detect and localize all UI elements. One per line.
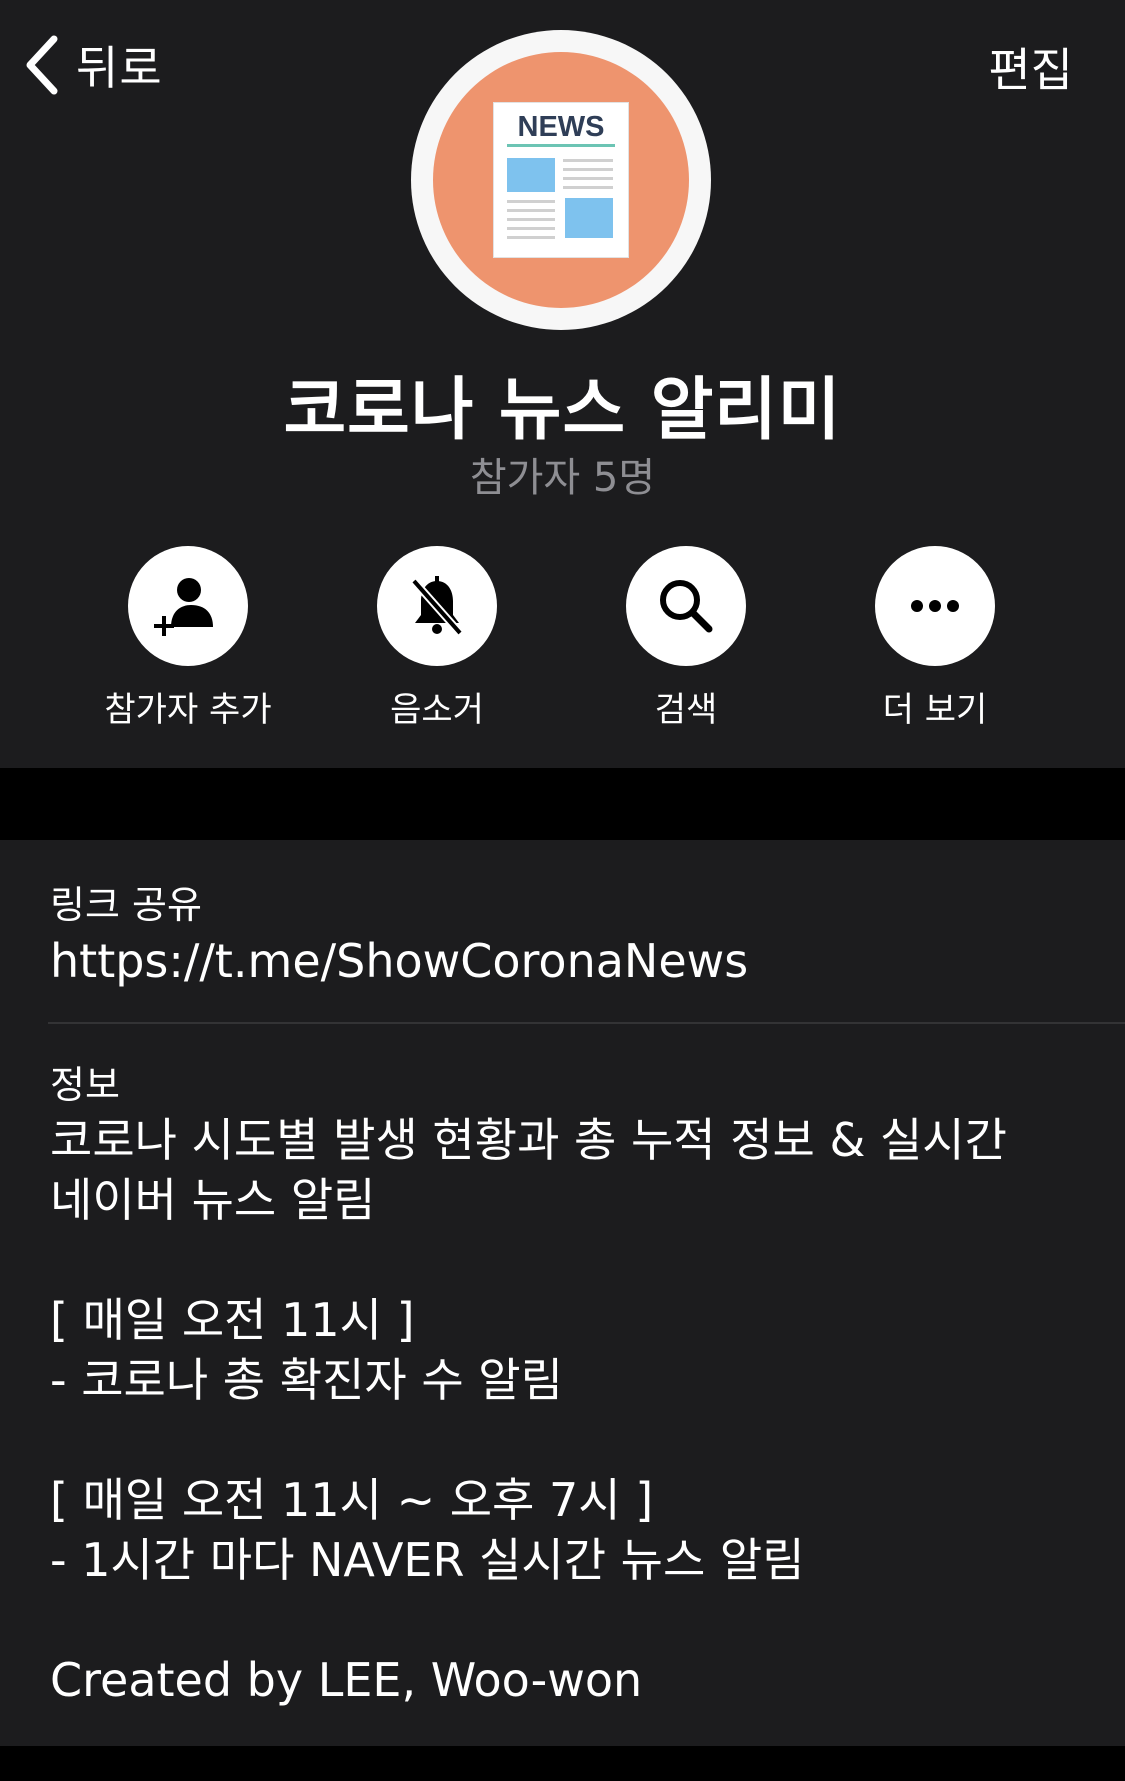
description-line	[50, 1590, 1090, 1650]
group-avatar[interactable]: NEWS	[411, 30, 711, 330]
info-label: 정보	[50, 1063, 120, 1107]
add-user-icon	[154, 578, 213, 636]
description-line: - 코로나 총 확진자 수 알림	[50, 1353, 563, 1407]
back-label: 뒤로	[76, 41, 163, 95]
description-line: Created by LEE, Woo-won	[50, 1653, 643, 1707]
group-title: 코로나 뉴스 알리미	[283, 371, 842, 450]
search-button[interactable]: 검색	[566, 546, 806, 731]
group-info-screen: 뒤로 편집 NEWS 코로나 뉴스 알리미 참가자 5명 참가자 추가 음소거 …	[0, 0, 1125, 1781]
news-text: NEWS	[518, 111, 605, 143]
more-icon	[911, 600, 959, 612]
search-icon	[660, 580, 713, 633]
add-participant-button[interactable]: 참가자 추가	[68, 546, 308, 731]
bell-slash-icon	[411, 576, 463, 636]
action-bar: 참가자 추가 음소거 검색 더 보기	[0, 546, 1125, 730]
mute-button[interactable]: 음소거	[317, 546, 557, 731]
mute-label: 음소거	[390, 690, 484, 730]
description-line: [ 매일 오전 11시 ~ 오후 7시 ]	[50, 1473, 654, 1527]
edit-button[interactable]: 편집	[988, 34, 1073, 100]
share-link-label: 링크 공유	[50, 883, 202, 927]
description-line	[50, 1230, 1090, 1290]
back-button[interactable]: 뒤로	[22, 30, 163, 100]
share-link-value[interactable]: https://t.me/ShowCoronaNews	[50, 934, 748, 988]
group-header: 뒤로 편집 NEWS 코로나 뉴스 알리미 참가자 5명 참가자 추가 음소거 …	[0, 0, 1125, 768]
add-participant-label: 참가자 추가	[104, 690, 272, 730]
search-label: 검색	[654, 690, 718, 730]
newspaper-icon: NEWS	[493, 102, 629, 258]
group-description: 코로나 시도별 발생 현황과 총 누적 정보 & 실시간 네이버 뉴스 알림 […	[50, 1110, 1090, 1710]
chevron-left-icon	[26, 35, 58, 95]
description-line: [ 매일 오전 11시 ]	[50, 1293, 415, 1347]
divider	[48, 1022, 1125, 1024]
description-line: 네이버 뉴스 알림	[50, 1173, 376, 1227]
avatar-background: NEWS	[433, 52, 689, 308]
more-label: 더 보기	[882, 690, 988, 730]
description-line: - 1시간 마다 NAVER 실시간 뉴스 알림	[50, 1533, 805, 1587]
group-info-section: 링크 공유 https://t.me/ShowCoronaNews 정보 코로나…	[0, 840, 1125, 1746]
member-count: 참가자 5명	[469, 455, 656, 501]
description-line: 코로나 시도별 발생 현황과 총 누적 정보 & 실시간	[50, 1113, 1007, 1167]
more-button[interactable]: 더 보기	[815, 546, 1055, 731]
description-line	[50, 1410, 1090, 1470]
